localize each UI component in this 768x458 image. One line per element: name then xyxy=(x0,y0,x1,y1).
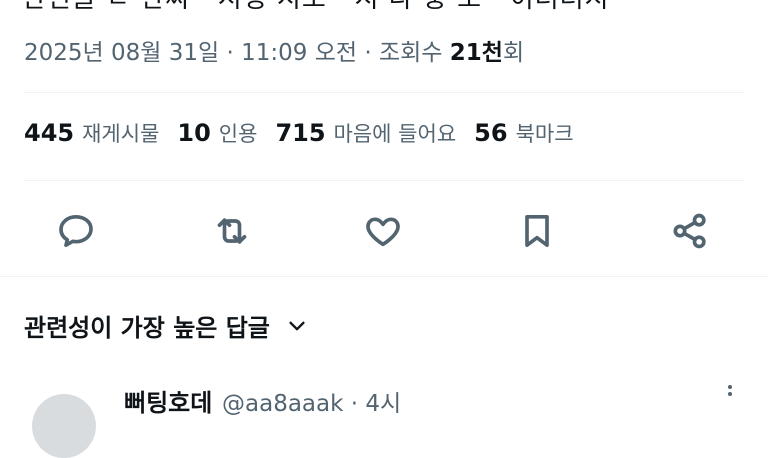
divider xyxy=(0,276,768,277)
stat-bookmarks[interactable]: 56 북마크 xyxy=(474,118,573,148)
meta-separator: · xyxy=(219,40,242,66)
share-icon xyxy=(673,213,706,249)
post-metadata: 2025년 08월 31일 · 11:09 오전 · 조회수 21천회 xyxy=(24,33,524,67)
divider xyxy=(24,92,744,93)
likes-label: 마음에 들어요 xyxy=(333,122,457,146)
reply-button[interactable] xyxy=(54,209,98,253)
post-time[interactable]: 11:09 오전 xyxy=(241,40,357,66)
likes-count: 715 xyxy=(275,119,326,147)
stat-likes[interactable]: 715 마음에 들어요 xyxy=(275,118,456,148)
bookmark-icon xyxy=(525,215,549,248)
quotes-label: 인용 xyxy=(218,122,258,146)
bookmarks-label: 북마크 xyxy=(515,122,574,146)
share-button[interactable] xyxy=(668,209,712,253)
quotes-count: 10 xyxy=(177,119,211,147)
avatar[interactable] xyxy=(32,394,96,458)
bookmarks-count: 56 xyxy=(474,119,508,147)
reposts-label: 재게시물 xyxy=(82,122,160,146)
reply-author-name[interactable]: 뻐팅호데 xyxy=(124,383,212,418)
views-count: 21천 xyxy=(449,40,503,66)
views-label: 조회수 xyxy=(378,40,450,66)
views-suffix: 회 xyxy=(502,40,525,66)
stat-quotes[interactable]: 10 인용 xyxy=(177,118,257,148)
more-options-icon[interactable] xyxy=(720,382,740,402)
heart-icon xyxy=(366,217,400,247)
repost-icon xyxy=(217,218,247,244)
action-bar xyxy=(0,205,768,257)
reposts-count: 445 xyxy=(24,119,75,147)
chevron-down-icon xyxy=(286,315,308,337)
post-date[interactable]: 2025년 08월 31일 xyxy=(24,40,219,66)
reply-icon xyxy=(59,215,93,248)
meta-separator: · xyxy=(357,40,379,66)
engagement-stats: 445 재게시물 10 인용 715 마음에 들어요 56 북마크 xyxy=(24,118,592,148)
stat-reposts[interactable]: 445 재게시물 xyxy=(24,118,159,148)
reply-sort-label: 관련성이 가장 높은 답글 xyxy=(24,314,270,342)
reply-sort-dropdown[interactable]: 관련성이 가장 높은 답글 xyxy=(24,308,308,343)
clipped-post-text: 관련글 ㄷ 한씨 · 시평 시도 · 시 다 중 도 · 이터터시 xyxy=(22,0,610,15)
repost-button[interactable] xyxy=(210,209,254,253)
like-button[interactable] xyxy=(361,209,405,253)
reply-preview[interactable]: 뻐팅호데 @aa8aaak · 4시 xyxy=(0,380,768,458)
divider xyxy=(24,180,744,181)
bookmark-button[interactable] xyxy=(515,209,559,253)
reply-author-handle: @aa8aaak · 4시 xyxy=(222,391,402,417)
